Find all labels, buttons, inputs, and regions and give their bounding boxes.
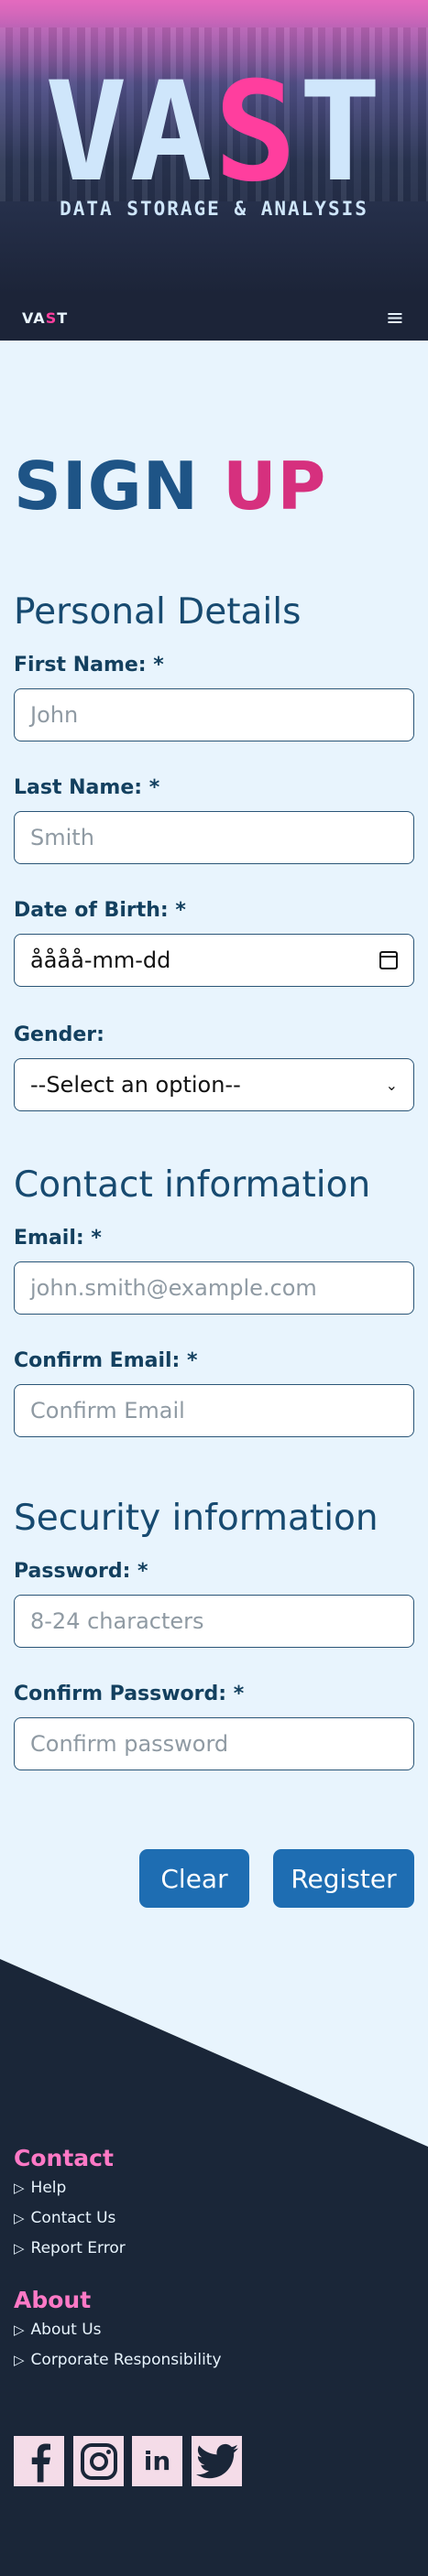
dob-label: Date of Birth: *: [14, 899, 186, 922]
email-placeholder: john.smith@example.com: [30, 1275, 317, 1301]
footer-link-report-error[interactable]: ▷ Report Error: [14, 2239, 126, 2257]
triangle-right-icon: ▷: [14, 2352, 25, 2368]
hero-subtitle: DATA STORAGE & ANALYSIS: [60, 198, 368, 220]
gender-label: Gender:: [14, 1023, 104, 1046]
navbar: VAST ≡: [0, 295, 428, 341]
email-input[interactable]: john.smith@example.com: [14, 1261, 414, 1315]
email-label: Email: *: [14, 1227, 102, 1250]
footer-link-contact-us[interactable]: ▷ Contact Us: [14, 2209, 115, 2227]
footer-link-corporate-responsibility[interactable]: ▷ Corporate Responsibility: [14, 2351, 222, 2369]
triangle-right-icon: ▷: [14, 2240, 25, 2257]
first-name-placeholder: John: [30, 702, 79, 728]
linkedin-icon[interactable]: in: [132, 2436, 182, 2486]
footer-link-label: About Us: [30, 2321, 102, 2339]
triangle-right-icon: ▷: [14, 2180, 25, 2196]
triangle-right-icon: ▷: [14, 2210, 25, 2226]
first-name-input[interactable]: John: [14, 688, 414, 741]
last-name-label: Last Name: *: [14, 776, 160, 799]
footer-link-label: Corporate Responsibility: [30, 2351, 222, 2369]
footer-link-label: Contact Us: [30, 2209, 116, 2227]
hero-logo-title: VAST: [44, 53, 384, 212]
password-placeholder: 8-24 characters: [30, 1608, 204, 1634]
facebook-icon[interactable]: [14, 2436, 64, 2486]
dob-value: åååå-mm-dd: [30, 947, 171, 973]
confirm-email-label: Confirm Email: *: [14, 1349, 198, 1372]
triangle-right-icon: ▷: [14, 2322, 25, 2338]
section-security-information: Security information: [14, 1498, 379, 1539]
footer-link-label: Help: [30, 2179, 67, 2197]
gender-select[interactable]: --Select an option-- ⌄: [14, 1058, 414, 1111]
confirm-password-label: Confirm Password: *: [14, 1683, 245, 1705]
confirm-email-input[interactable]: Confirm Email: [14, 1384, 414, 1437]
password-label: Password: *: [14, 1560, 148, 1583]
footer-about-heading: About: [14, 2287, 92, 2313]
footer-contact-heading: Contact: [14, 2145, 114, 2171]
calendar-icon[interactable]: [379, 951, 398, 969]
register-button[interactable]: Register: [273, 1849, 414, 1908]
confirm-email-placeholder: Confirm Email: [30, 1398, 185, 1423]
linkedin-text: in: [143, 2446, 171, 2476]
last-name-placeholder: Smith: [30, 825, 94, 850]
chevron-down-icon: ⌄: [385, 1076, 398, 1094]
twitter-icon[interactable]: [192, 2436, 242, 2486]
hero-banner: VAST DATA STORAGE & ANALYSIS: [0, 0, 428, 295]
confirm-password-placeholder: Confirm password: [30, 1731, 229, 1757]
nav-logo[interactable]: VAST: [22, 309, 68, 327]
clear-button[interactable]: Clear: [139, 1849, 249, 1908]
password-input[interactable]: 8-24 characters: [14, 1595, 414, 1648]
page-title: SIGN UP: [14, 448, 327, 525]
instagram-icon[interactable]: [73, 2436, 124, 2486]
section-contact-information: Contact information: [14, 1164, 371, 1206]
footer-link-help[interactable]: ▷ Help: [14, 2179, 66, 2197]
gender-selected-value: --Select an option--: [30, 1072, 241, 1098]
last-name-input[interactable]: Smith: [14, 811, 414, 864]
section-personal-details: Personal Details: [14, 591, 302, 633]
dob-input[interactable]: åååå-mm-dd: [14, 934, 414, 987]
footer-link-label: Report Error: [30, 2239, 126, 2257]
first-name-label: First Name: *: [14, 654, 164, 676]
hamburger-menu-icon[interactable]: ≡: [386, 304, 404, 331]
confirm-password-input[interactable]: Confirm password: [14, 1717, 414, 1770]
footer-link-about-us[interactable]: ▷ About Us: [14, 2321, 102, 2339]
